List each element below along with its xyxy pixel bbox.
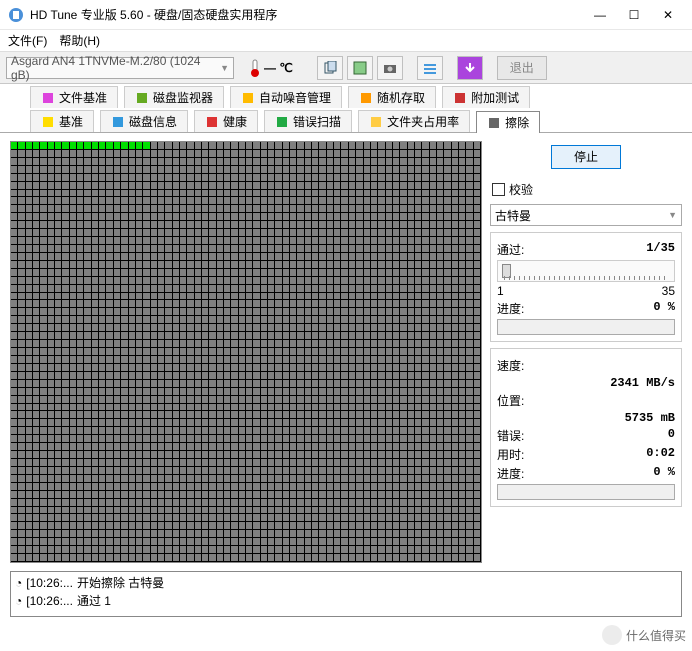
log-area: ◔[10:26:... 开始擦除 古特曼◔[10:26:... 通过 1: [10, 571, 682, 617]
monitor-icon: [135, 91, 149, 105]
speaker-icon: [241, 91, 255, 105]
app-icon: [8, 7, 24, 23]
pass-slider[interactable]: [497, 260, 675, 282]
tab-info[interactable]: 磁盘信息: [100, 110, 188, 132]
screenshot-button[interactable]: [377, 56, 403, 80]
drive-select[interactable]: Asgard AN4 1TNVMe-M.2/80 (1024 gB) ▼: [6, 57, 234, 79]
close-button[interactable]: ✕: [662, 8, 674, 22]
download-button[interactable]: [457, 56, 483, 80]
tab-erase[interactable]: 擦除: [476, 111, 540, 133]
log-row: ◔[10:26:... 开始擦除 古特曼: [15, 574, 677, 592]
verify-label: 校验: [509, 181, 533, 198]
stats-panel: 速度: 2341 MB/s 位置: 5735 mB 错误:0 用时:0:02 进…: [490, 348, 682, 507]
tab-speaker[interactable]: 自动噪音管理: [230, 86, 342, 108]
tab-scan[interactable]: 错误扫描: [264, 110, 352, 132]
window-title: HD Tune 专业版 5.60 - 硬盘/固态硬盘实用程序: [30, 6, 594, 23]
tab-health[interactable]: 健康: [194, 110, 258, 132]
titlebar: HD Tune 专业版 5.60 - 硬盘/固态硬盘实用程序 — ☐ ✕: [0, 0, 692, 30]
copy-button[interactable]: [317, 56, 343, 80]
info-icon: [111, 115, 125, 129]
menu-help[interactable]: 帮助(H): [59, 32, 100, 49]
tab-folder[interactable]: 文件夹占用率: [358, 110, 470, 132]
block-grid: [10, 141, 482, 563]
options-button[interactable]: [417, 56, 443, 80]
menubar: 文件(F) 帮助(H): [0, 30, 692, 52]
tab-file[interactable]: 文件基准: [30, 86, 118, 108]
tab-bench[interactable]: 基准: [30, 110, 94, 132]
tab-container: 文件基准磁盘监视器自动噪音管理随机存取附加测试 基准磁盘信息健康错误扫描文件夹占…: [0, 84, 692, 133]
exit-button[interactable]: 退出: [497, 56, 547, 80]
method-select[interactable]: 古特曼 ▼: [490, 204, 682, 226]
tab-extra[interactable]: 附加测试: [442, 86, 530, 108]
chevron-down-icon: ▼: [220, 63, 229, 73]
health-icon: [205, 115, 219, 129]
file-icon: [41, 91, 55, 105]
extra-icon: [453, 91, 467, 105]
verify-checkbox[interactable]: [492, 183, 505, 196]
pass-panel: 通过:1/35 135 进度:0 %: [490, 232, 682, 342]
chevron-down-icon: ▼: [668, 210, 677, 220]
progress-bar-2: [497, 484, 675, 500]
erase-icon: [487, 116, 501, 130]
scan-icon: [275, 115, 289, 129]
save-button[interactable]: [347, 56, 373, 80]
random-icon: [359, 91, 373, 105]
bench-icon: [41, 115, 55, 129]
watermark: 什么值得买: [602, 625, 686, 645]
folder-icon: [369, 115, 383, 129]
minimize-button[interactable]: —: [594, 8, 606, 22]
temperature-display: — ℃: [248, 58, 293, 78]
content-area: 停止 校验 古特曼 ▼ 通过:1/35 135 进度:0 % 速度: 2341 …: [0, 133, 692, 571]
log-row: ◔[10:26:... 通过 1: [15, 592, 677, 610]
save-icon: [353, 61, 367, 75]
method-value: 古特曼: [495, 207, 531, 224]
thermometer-icon: [248, 58, 262, 78]
drive-select-value: Asgard AN4 1TNVMe-M.2/80 (1024 gB): [11, 54, 220, 82]
menu-file[interactable]: 文件(F): [8, 32, 47, 49]
copy-icon: [323, 61, 337, 75]
camera-icon: [383, 61, 397, 75]
stop-button[interactable]: 停止: [551, 145, 621, 169]
download-icon: [463, 61, 477, 75]
clock-icon: ◔: [15, 574, 22, 592]
toolbar: Asgard AN4 1TNVMe-M.2/80 (1024 gB) ▼ — ℃…: [0, 52, 692, 84]
tab-random[interactable]: 随机存取: [348, 86, 436, 108]
clock-icon: ◔: [15, 592, 22, 610]
progress-bar-1: [497, 319, 675, 335]
options-icon: [423, 61, 437, 75]
tab-monitor[interactable]: 磁盘监视器: [124, 86, 224, 108]
maximize-button[interactable]: ☐: [628, 8, 640, 22]
side-panel: 停止 校验 古特曼 ▼ 通过:1/35 135 进度:0 % 速度: 2341 …: [490, 141, 682, 563]
